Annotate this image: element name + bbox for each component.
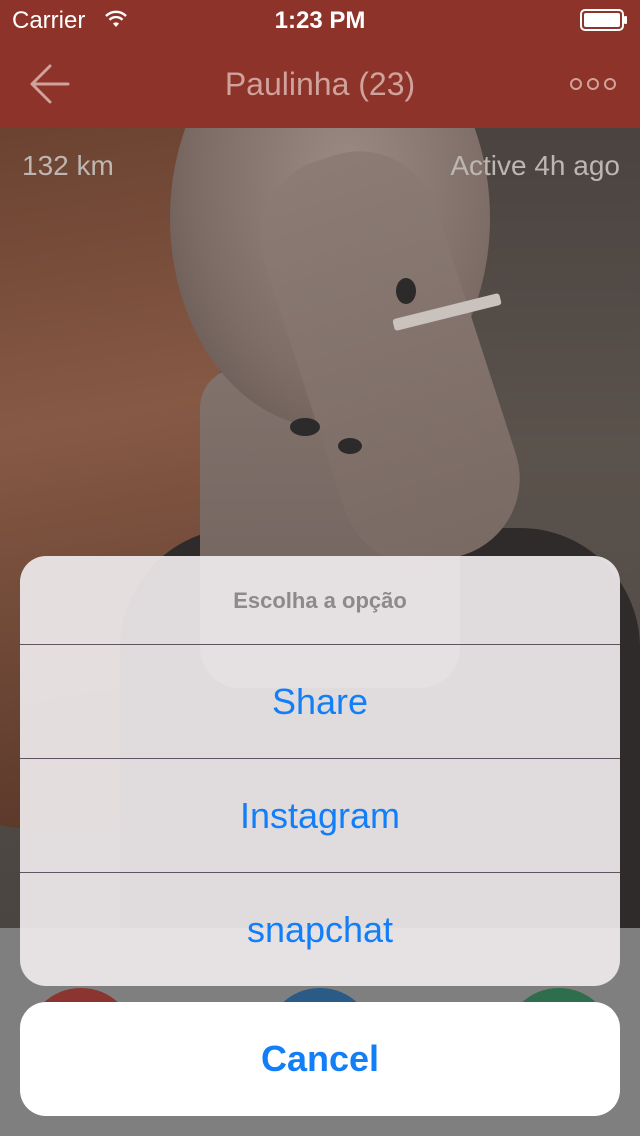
photo-nail [338,438,362,454]
snapchat-option[interactable]: snapchat [20,872,620,986]
action-sheet: Escolha a opção Share Instagram snapchat [20,556,620,986]
action-sheet-title: Escolha a opção [233,588,407,613]
instagram-option[interactable]: Instagram [20,758,620,872]
activity-label: Active 4h ago [450,150,620,181]
distance-label: 132 km [22,150,114,181]
more-dots-icon [570,78,616,90]
battery-icon [580,9,627,31]
page-title: Paulinha (23) [224,66,416,102]
photo-nail [290,418,320,436]
cancel-button[interactable]: Cancel [20,1002,620,1116]
status-bar: Carrier 1:23 PM [0,0,640,40]
status-time: 1:23 PM [274,7,366,34]
photo-nail [396,278,416,304]
share-option[interactable]: Share [20,644,620,758]
nav-bar: Paulinha (23) [0,40,640,128]
more-button[interactable] [568,70,618,98]
